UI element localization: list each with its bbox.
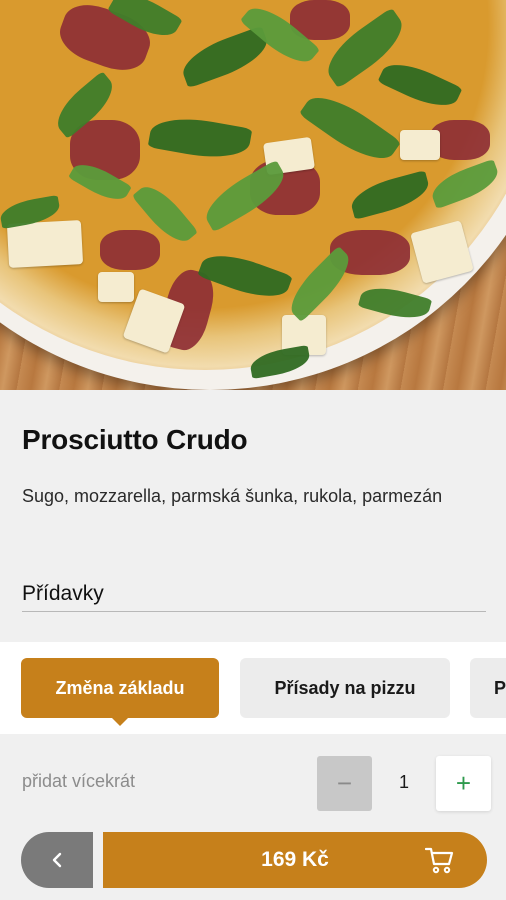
shopping-cart-icon [425, 847, 454, 874]
pizza-photo [0, 0, 506, 390]
quantity-increase-button[interactable]: + [436, 756, 491, 811]
addons-heading: Přídavky [22, 582, 104, 605]
price-label: 169 Kč [261, 848, 329, 871]
quantity-decrease-button[interactable]: − [317, 756, 372, 811]
product-description: Sugo, mozzarella, parmská šunka, rukola,… [22, 486, 443, 506]
back-button[interactable] [21, 832, 93, 888]
quantity-label: přidat vícekrát [22, 771, 136, 791]
addon-category-tabs: Změna základu Přísady na pizzu P [0, 642, 506, 734]
product-title: Prosciutto Crudo [22, 424, 248, 455]
quantity-value: 1 [398, 772, 409, 792]
tab-partial[interactable]: P [470, 658, 506, 718]
tab-prisady-na-pizzu[interactable]: Přísady na pizzu [240, 658, 450, 718]
tab-zmena-zakladu[interactable]: Změna základu [21, 658, 219, 718]
plus-icon: + [455, 768, 472, 798]
chevron-left-icon [52, 852, 62, 868]
add-to-cart-button[interactable]: 169 Kč [103, 832, 487, 888]
topping-parmesan [6, 220, 84, 268]
addons-divider [22, 611, 486, 612]
minus-icon: − [336, 768, 353, 798]
topping-parmesan [400, 130, 440, 160]
active-tab-pointer [110, 716, 130, 726]
topping-parmesan [98, 272, 134, 302]
topping-ham [100, 230, 160, 270]
